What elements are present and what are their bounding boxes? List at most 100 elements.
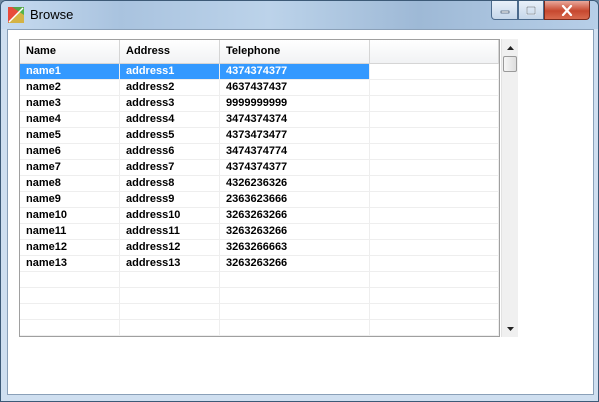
minimize-icon (500, 10, 509, 14)
maximize-button[interactable] (518, 1, 544, 20)
cell-address: address13 (120, 256, 220, 271)
scroll-up-button[interactable] (502, 39, 519, 56)
empty-table-row (20, 304, 499, 320)
empty-table-row (20, 288, 499, 304)
cell-name: name6 (20, 144, 120, 159)
empty-cell (20, 304, 120, 319)
cell-telephone: 3263263266 (220, 256, 370, 271)
empty-cell (120, 304, 220, 319)
cell-filler (370, 176, 499, 191)
app-logo-icon (8, 7, 24, 23)
title-bar[interactable]: Browse (1, 1, 598, 29)
cell-name: name7 (20, 160, 120, 175)
cell-telephone: 3263263266 (220, 224, 370, 239)
empty-cell (20, 272, 120, 287)
column-header-address[interactable]: Address (120, 40, 220, 63)
cell-filler (370, 112, 499, 127)
empty-cell (370, 288, 499, 303)
empty-cell (370, 304, 499, 319)
cell-filler (370, 144, 499, 159)
empty-cell (120, 272, 220, 287)
cell-filler (370, 240, 499, 255)
empty-cell (120, 288, 220, 303)
cell-name: name11 (20, 224, 120, 239)
cell-address: address4 (120, 112, 220, 127)
column-header-telephone[interactable]: Telephone (220, 40, 370, 63)
table-row[interactable]: name5 address5 4373473477 (20, 128, 499, 144)
cell-name: name13 (20, 256, 120, 271)
cell-filler (370, 64, 499, 79)
vertical-scrollbar[interactable] (501, 39, 518, 337)
cell-telephone: 3263266663 (220, 240, 370, 255)
table-row[interactable]: name7 address7 4374374377 (20, 160, 499, 176)
empty-cell (120, 320, 220, 335)
table-row[interactable]: name4 address4 3474374374 (20, 112, 499, 128)
cell-filler (370, 96, 499, 111)
cell-name: name10 (20, 208, 120, 223)
empty-table-row (20, 272, 499, 288)
empty-cell (220, 272, 370, 287)
cell-address: address9 (120, 192, 220, 207)
column-header-filler (370, 40, 499, 63)
table-row[interactable]: name6 address6 3474374774 (20, 144, 499, 160)
cell-telephone: 4326236326 (220, 176, 370, 191)
cell-name: name9 (20, 192, 120, 207)
column-header-name[interactable]: Name (20, 40, 120, 63)
cell-telephone: 4374374377 (220, 160, 370, 175)
empty-cell (370, 320, 499, 335)
scroll-down-button[interactable] (502, 320, 519, 337)
cell-address: address1 (120, 64, 220, 79)
cell-name: name12 (20, 240, 120, 255)
table-row[interactable]: name1 address1 4374374377 (20, 64, 499, 80)
empty-cell (20, 320, 120, 335)
close-button[interactable] (544, 1, 590, 20)
cell-filler (370, 160, 499, 175)
cell-telephone: 4373473477 (220, 128, 370, 143)
maximize-icon (526, 5, 536, 15)
scroll-up-icon (507, 45, 514, 50)
empty-cell (220, 288, 370, 303)
cell-telephone: 3474374774 (220, 144, 370, 159)
cell-telephone: 2363623666 (220, 192, 370, 207)
empty-cell (20, 288, 120, 303)
cell-filler (370, 224, 499, 239)
cell-address: address5 (120, 128, 220, 143)
cell-address: address12 (120, 240, 220, 255)
cell-telephone: 4374374377 (220, 64, 370, 79)
client-area: Name Address Telephone name1 address1 4374… (7, 29, 594, 395)
empty-cell (220, 320, 370, 335)
browse-window: Browse Name Address Telephone name1 addre… (0, 0, 599, 402)
table-row[interactable]: name12 address12 3263266663 (20, 240, 499, 256)
cell-name: name4 (20, 112, 120, 127)
cell-name: name3 (20, 96, 120, 111)
cell-telephone: 4637437437 (220, 80, 370, 95)
cell-name: name5 (20, 128, 120, 143)
cell-address: address6 (120, 144, 220, 159)
cell-address: address11 (120, 224, 220, 239)
table-row[interactable]: name2 address2 4637437437 (20, 80, 499, 96)
window-title: Browse (30, 7, 74, 22)
cell-telephone: 9999999999 (220, 96, 370, 111)
cell-address: address2 (120, 80, 220, 95)
cell-filler (370, 192, 499, 207)
table-row[interactable]: name3 address3 9999999999 (20, 96, 499, 112)
cell-telephone: 3263263266 (220, 208, 370, 223)
cell-name: name2 (20, 80, 120, 95)
table-row[interactable]: name10 address10 3263263266 (20, 208, 499, 224)
scrollbar-thumb[interactable] (503, 56, 517, 72)
cell-address: address10 (120, 208, 220, 223)
cell-name: name1 (20, 64, 120, 79)
table-body: name1 address1 4374374377 name2 address2 4637… (20, 64, 499, 336)
table-header: Name Address Telephone (20, 40, 499, 64)
cell-filler (370, 208, 499, 223)
cell-telephone: 3474374374 (220, 112, 370, 127)
table-row[interactable]: name11 address11 3263263266 (20, 224, 499, 240)
cell-address: address8 (120, 176, 220, 191)
table-row[interactable]: name8 address8 4326236326 (20, 176, 499, 192)
cell-name: name8 (20, 176, 120, 191)
minimize-button[interactable] (491, 1, 518, 20)
scroll-down-icon (507, 326, 514, 331)
cell-filler (370, 80, 499, 95)
table-row[interactable]: name13 address13 3263263266 (20, 256, 499, 272)
table-row[interactable]: name9 address9 2363623666 (20, 192, 499, 208)
